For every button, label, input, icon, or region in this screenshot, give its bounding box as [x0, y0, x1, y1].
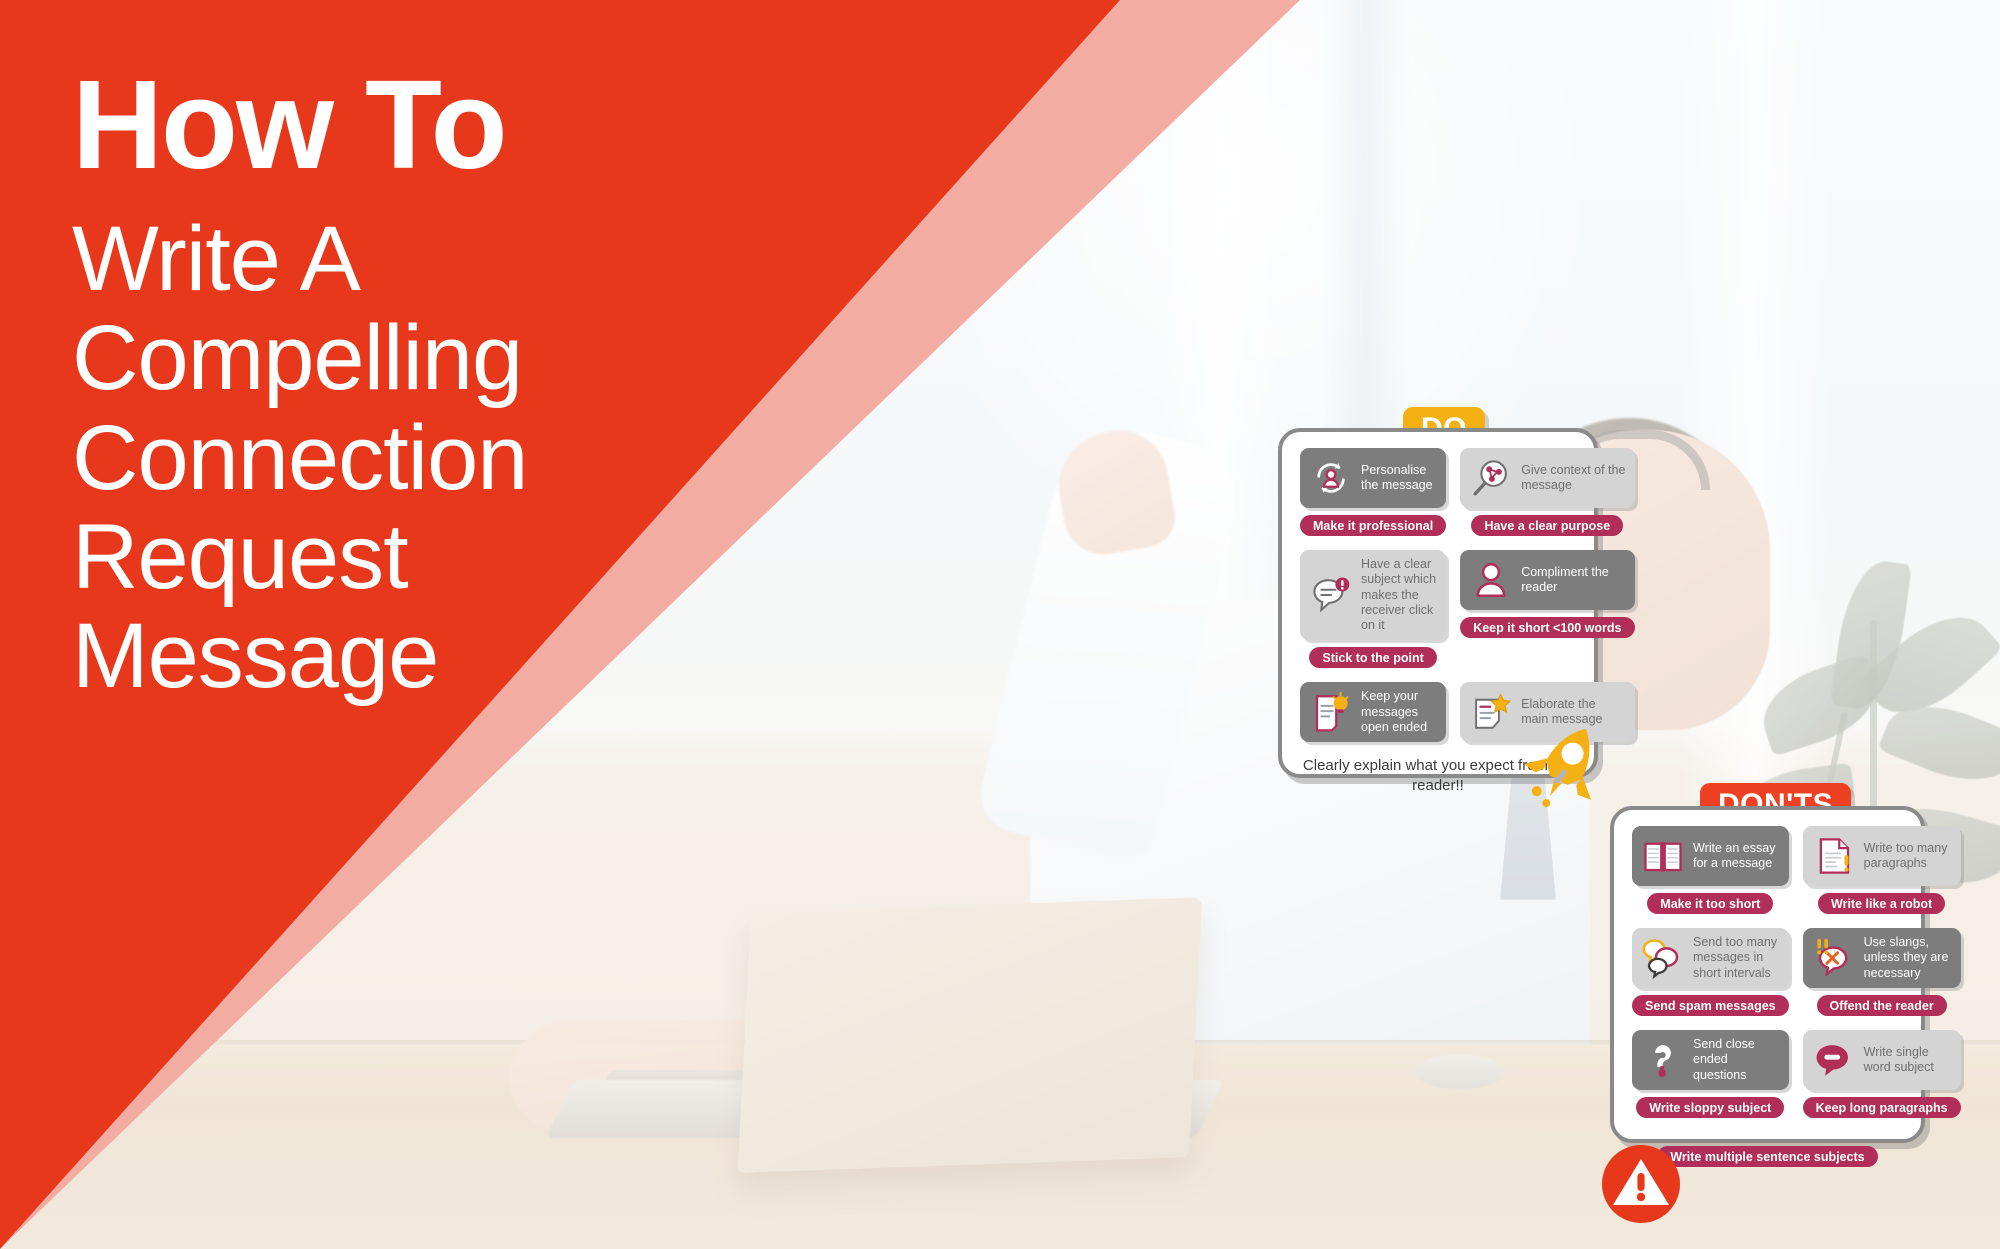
poster-canvas: How To Write A Compelling Connection Req…: [0, 0, 2000, 1249]
dont-tile-5-label: Send close ended questions: [1693, 1037, 1755, 1082]
title-block: How To Write A Compelling Connection Req…: [72, 62, 752, 707]
do-tile-3[interactable]: Have a clear subject which makes the rec…: [1300, 550, 1447, 641]
do-tile-1[interactable]: Personalise the message: [1300, 448, 1447, 508]
dont-tile-4-label: Use slangs, unless they are necessary: [1863, 935, 1949, 980]
page-title-line-5: Message: [72, 605, 439, 708]
chat-bubble-minus-icon: [1812, 1038, 1856, 1082]
page-title-line-1: Write A: [72, 208, 361, 310]
dont-pill-1: Make it too short: [1647, 893, 1774, 914]
speech-bubble-alert-icon: [1309, 573, 1353, 617]
do-pill-2: Have a clear purpose: [1471, 515, 1624, 536]
document-lightbulb-icon: [1309, 690, 1353, 734]
do-tile-3-label: Have a clear subject which makes the rec…: [1361, 557, 1437, 632]
dont-pill-3: Send spam messages: [1632, 995, 1789, 1016]
open-book-icon: [1641, 834, 1685, 878]
dont-tile-4[interactable]: Use slangs, unless they are necessary: [1802, 928, 1961, 988]
question-mark-icon: [1641, 1038, 1685, 1082]
dont-tile-2[interactable]: Write too many paragraphs: [1802, 826, 1961, 886]
dont-tile-6[interactable]: Write single word subject: [1802, 1030, 1961, 1090]
do-tile-2[interactable]: Give context of the message: [1460, 448, 1635, 508]
do-tile-4[interactable]: Compliment the reader: [1460, 550, 1635, 610]
dont-tile-5[interactable]: Send close ended questions: [1632, 1030, 1789, 1090]
do-item-3: Have a clear subject which makes the rec…: [1300, 550, 1447, 677]
do-pill-3: Stick to the point: [1309, 647, 1437, 669]
do-pill-1: Make it professional: [1300, 515, 1447, 536]
dont-item-6: Write single word subject Keep long para…: [1802, 1030, 1961, 1127]
donts-card: Write an essay for a message Make it too…: [1610, 806, 1961, 1167]
donts-footer-pill: Write multiple sentence subjects: [1657, 1146, 1878, 1167]
do-item-2: Give context of the message Have a clear…: [1460, 448, 1635, 545]
dont-pill-5: Write sloppy subject: [1636, 1097, 1785, 1118]
dont-pill-2: Write like a robot: [1818, 893, 1946, 914]
dont-tile-6-label: Write single word subject: [1863, 1044, 1934, 1074]
do-tile-2-label: Give context of the message: [1521, 462, 1626, 492]
do-item-4: Compliment the reader Keep it short <100…: [1460, 550, 1635, 677]
dont-tile-1-label: Write an essay for a message: [1693, 840, 1776, 870]
do-card-grid: Personalise the message Make it professi…: [1300, 448, 1635, 747]
document-star-icon: [1469, 690, 1513, 734]
do-tile-5[interactable]: Keep your messages open ended: [1300, 682, 1447, 743]
magnifier-network-icon: [1469, 456, 1513, 500]
dont-item-2: Write too many paragraphs Write like a r…: [1802, 826, 1961, 923]
dont-tile-3[interactable]: Send too many messages in short interval…: [1632, 928, 1789, 988]
warning-triangle-icon: [1602, 1145, 1680, 1223]
do-item-5: Keep your messages open ended: [1300, 682, 1447, 743]
do-tile-5-label: Keep your messages open ended: [1361, 689, 1428, 734]
do-tile-4-label: Compliment the reader: [1521, 564, 1609, 594]
dont-item-5: Send close ended questions Write sloppy …: [1632, 1030, 1789, 1127]
dont-item-1: Write an essay for a message Make it too…: [1632, 826, 1789, 923]
chat-bubble-cross-icon: [1812, 936, 1856, 980]
document-exclamation-icon: [1812, 834, 1856, 878]
dont-pill-6: Keep long paragraphs: [1802, 1097, 1961, 1118]
do-pill-4: Keep it short <100 words: [1460, 617, 1635, 638]
multiple-chat-bubbles-icon: [1641, 936, 1685, 980]
do-item-1: Personalise the message Make it professi…: [1300, 448, 1447, 545]
do-tile-1-label: Personalise the message: [1361, 462, 1433, 492]
page-title-line-4: Request: [72, 506, 409, 609]
page-title-main: How To: [72, 54, 508, 195]
dont-tile-3-label: Send too many messages in short interval…: [1693, 935, 1778, 980]
refresh-person-icon: [1309, 456, 1353, 500]
dont-item-3: Send too many messages in short interval…: [1632, 928, 1789, 1025]
rocket-icon: [1518, 718, 1614, 814]
dont-tile-2-label: Write too many paragraphs: [1863, 840, 1948, 870]
donts-card-grid: Write an essay for a message Make it too…: [1632, 826, 1961, 1132]
dont-tile-1[interactable]: Write an essay for a message: [1632, 826, 1789, 886]
person-icon: [1469, 558, 1513, 602]
dont-item-4: Use slangs, unless they are necessary Of…: [1802, 928, 1961, 1025]
page-title-line-3: Connection: [72, 406, 528, 509]
dont-pill-4: Offend the reader: [1816, 995, 1947, 1016]
page-title-line-2: Compelling: [72, 307, 523, 410]
